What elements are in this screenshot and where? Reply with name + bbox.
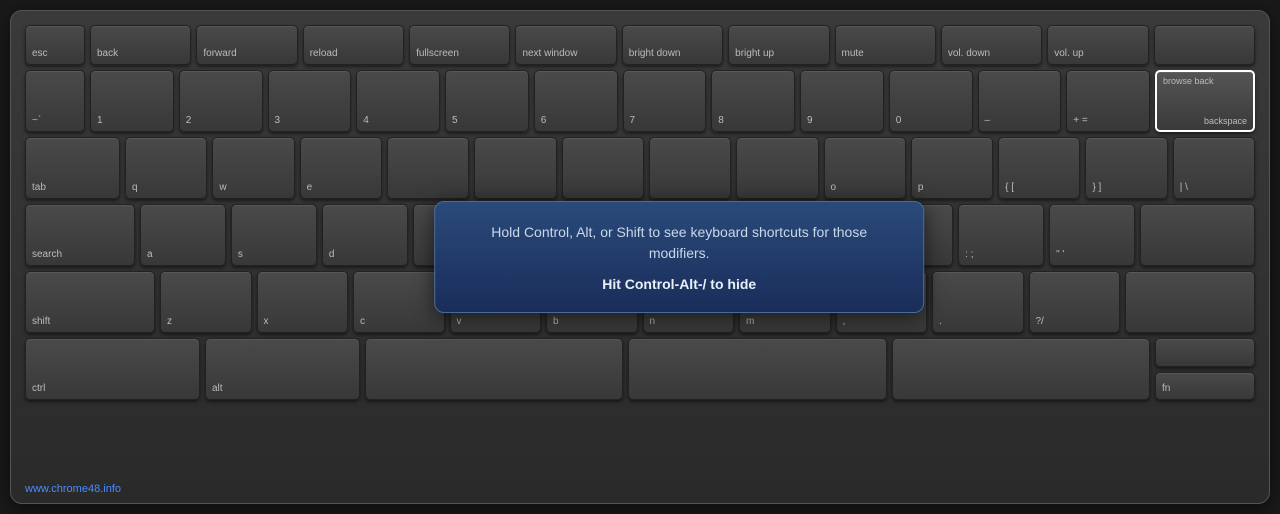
tab-row: tab q w e o p { [ <box>25 137 1255 199</box>
key-1[interactable]: 1 <box>90 70 174 132</box>
fn-row: esc back forward reload fullscreen next … <box>25 25 1255 65</box>
key-tilde[interactable]: ~` <box>25 70 85 132</box>
key-bright-up[interactable]: bright up <box>728 25 829 65</box>
key-mute[interactable]: mute <box>835 25 936 65</box>
keyboard-tooltip: Hold Control, Alt, or Shift to see keybo… <box>434 201 924 313</box>
key-arrow-up[interactable] <box>1155 338 1255 367</box>
key-tab[interactable]: tab <box>25 137 120 199</box>
website-link[interactable]: www.chrome48.info <box>25 483 121 495</box>
key-quote[interactable]: " ' <box>1049 204 1135 266</box>
key-semicolon[interactable]: : ; <box>958 204 1044 266</box>
key-z[interactable]: z <box>160 271 252 333</box>
key-vol-up[interactable]: vol. up <box>1047 25 1148 65</box>
key-space2[interactable] <box>628 338 886 400</box>
bottom-row: ctrl alt fn <box>25 338 1255 400</box>
key-p[interactable]: p <box>911 137 993 199</box>
key-esc[interactable]: esc <box>25 25 85 65</box>
key-a[interactable]: a <box>140 204 226 266</box>
key-space3[interactable] <box>892 338 1150 400</box>
num-row: ~` 1 2 3 4 5 6 7 8 9 0 – <box>25 70 1255 132</box>
key-y[interactable] <box>562 137 644 199</box>
key-e[interactable]: e <box>300 137 382 199</box>
key-close-bracket[interactable]: } ] <box>1085 137 1167 199</box>
key-2[interactable]: 2 <box>179 70 263 132</box>
key-next-window[interactable]: next window <box>515 25 616 65</box>
key-r[interactable] <box>387 137 469 199</box>
key-slash[interactable]: ?/ <box>1029 271 1121 333</box>
key-7[interactable]: 7 <box>623 70 707 132</box>
key-back[interactable]: back <box>90 25 191 65</box>
key-backslash[interactable]: | \ <box>1173 137 1255 199</box>
key-8[interactable]: 8 <box>711 70 795 132</box>
key-6[interactable]: 6 <box>534 70 618 132</box>
keyboard-container: esc back forward reload fullscreen next … <box>10 10 1270 504</box>
key-fullscreen[interactable]: fullscreen <box>409 25 510 65</box>
key-forward[interactable]: forward <box>196 25 297 65</box>
key-u[interactable] <box>649 137 731 199</box>
key-4[interactable]: 4 <box>356 70 440 132</box>
key-3[interactable]: 3 <box>268 70 352 132</box>
key-search[interactable]: search <box>25 204 135 266</box>
tooltip-shortcut-text: Hit Control-Alt-/ to hide <box>465 276 893 292</box>
key-9[interactable]: 9 <box>800 70 884 132</box>
key-q[interactable]: q <box>125 137 207 199</box>
key-c[interactable]: c <box>353 271 445 333</box>
key-ctrl[interactable]: ctrl <box>25 338 200 400</box>
key-shift-left[interactable]: shift <box>25 271 155 333</box>
key-0[interactable]: 0 <box>889 70 973 132</box>
key-o[interactable]: o <box>824 137 906 199</box>
key-x[interactable]: x <box>257 271 349 333</box>
key-reload[interactable]: reload <box>303 25 404 65</box>
key-i[interactable] <box>736 137 818 199</box>
key-space[interactable] <box>365 338 623 400</box>
tooltip-main-text: Hold Control, Alt, or Shift to see keybo… <box>465 222 893 264</box>
key-s[interactable]: s <box>231 204 317 266</box>
key-return[interactable] <box>1140 204 1255 266</box>
key-open-bracket[interactable]: { [ <box>998 137 1080 199</box>
key-fn[interactable]: fn <box>1155 372 1255 401</box>
key-d[interactable]: d <box>322 204 408 266</box>
key-5[interactable]: 5 <box>445 70 529 132</box>
key-vol-down[interactable]: vol. down <box>941 25 1042 65</box>
key-period[interactable]: . <box>932 271 1024 333</box>
key-power[interactable] <box>1154 25 1255 65</box>
key-shift-right[interactable] <box>1125 271 1255 333</box>
key-alt[interactable]: alt <box>205 338 360 400</box>
key-dash[interactable]: – <box>978 70 1062 132</box>
key-equals[interactable]: + = <box>1066 70 1150 132</box>
key-bright-down[interactable]: bright down <box>622 25 723 65</box>
key-backspace[interactable]: browse back backspace <box>1155 70 1255 132</box>
key-w[interactable]: w <box>212 137 294 199</box>
key-t[interactable] <box>474 137 556 199</box>
